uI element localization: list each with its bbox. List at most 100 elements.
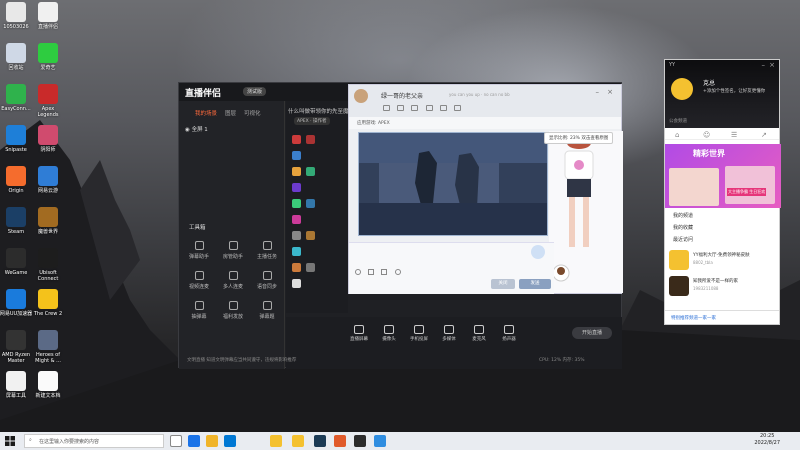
chat-window[interactable]: 绿一哥的老父亲 you can you up · no can no bb – … — [348, 84, 623, 294]
yy-footer[interactable]: 特别推荐频道一家一家 — [665, 310, 779, 324]
desktop-icon[interactable]: 网易云游 — [31, 166, 65, 194]
game-icon[interactable] — [306, 231, 315, 240]
store-icon[interactable] — [224, 435, 236, 447]
more-icon[interactable] — [454, 105, 462, 111]
eye-icon[interactable]: ◉ — [185, 127, 190, 133]
game-icon[interactable] — [292, 247, 301, 256]
minimize-icon[interactable]: – — [596, 88, 600, 96]
image-icon[interactable] — [381, 269, 388, 275]
desktop-icon[interactable]: 阴阳师 — [31, 125, 65, 153]
game-icon[interactable] — [292, 151, 301, 160]
game-icon[interactable] — [306, 199, 315, 208]
contacts-icon[interactable]: ☺ — [703, 131, 710, 139]
clock[interactable]: 20:25 2022/8/27 — [754, 433, 780, 447]
image-icon[interactable] — [439, 105, 447, 111]
tool-draw-danmaku[interactable]: 抽弹幕 — [181, 301, 217, 320]
home-icon[interactable]: ⌂ — [675, 131, 679, 139]
microphone-button[interactable]: 麦克风 — [464, 325, 494, 342]
screen-capture-button[interactable]: 直播屏幕 — [344, 325, 374, 342]
avatar[interactable] — [354, 89, 368, 103]
desktop-icon[interactable]: Steam — [0, 207, 33, 235]
screen-share-icon[interactable] — [411, 105, 419, 111]
game-icon[interactable] — [292, 263, 301, 272]
media-button[interactable]: 多媒体 — [434, 325, 464, 342]
tab-visual[interactable]: 可视化 — [244, 109, 261, 117]
chat-header[interactable]: 绿一哥的老父亲 you can you up · no can no bb – … — [349, 85, 621, 117]
edge-icon[interactable] — [188, 435, 200, 447]
task-view-icon[interactable] — [170, 435, 182, 447]
desktop-icon[interactable]: AMD Ryzen Master — [0, 330, 33, 364]
phone-icon[interactable] — [383, 105, 390, 111]
desktop-icon[interactable]: 直播伴侣 — [31, 2, 65, 30]
desktop-icon[interactable]: Snipaste — [0, 125, 33, 153]
desktop-icon[interactable]: 网易UU加速器 — [0, 289, 33, 317]
steam-taskbar-icon[interactable] — [314, 435, 326, 447]
desktop-icon[interactable]: Heroes of Might & ... — [31, 330, 65, 364]
desktop-icon[interactable]: 爱奇艺 — [31, 43, 65, 71]
game-icon[interactable] — [306, 135, 315, 144]
desktop-icon[interactable]: Ubisoft Connect — [31, 248, 65, 282]
windows-start-icon[interactable] — [5, 436, 15, 446]
desktop-icon[interactable]: 屏幕工具 — [0, 371, 33, 399]
yy-banner[interactable]: 精彩世界 大主播争霸 生日狂欢 — [665, 144, 781, 208]
phone-cast-button[interactable]: 手机投屏 — [404, 325, 434, 342]
desktop-icon[interactable]: 新建文本档 — [31, 371, 65, 399]
tool-tasks[interactable]: 主播任务 — [249, 241, 285, 260]
app-taskbar-icon[interactable] — [334, 435, 346, 447]
game-icon[interactable] — [292, 183, 301, 192]
tool-quiz[interactable]: 弹幕题 — [249, 301, 285, 320]
explorer-icon[interactable] — [206, 435, 218, 447]
minimize-icon[interactable]: – — [762, 61, 766, 69]
taskbar-search-input[interactable]: ⌕ 在这里输入你要搜索的内容 — [24, 434, 164, 448]
tool-danmaku[interactable]: 弹幕助手 — [181, 241, 217, 260]
yy-taskbar-icon[interactable] — [292, 435, 304, 447]
desktop-icon[interactable]: WeGame — [0, 248, 33, 276]
yy-taskbar-icon[interactable] — [270, 435, 282, 447]
scene-item[interactable]: ◉ 全屏 1 — [179, 121, 284, 137]
menu-favorites[interactable]: 我的收藏 — [673, 224, 693, 231]
tool-roommanager[interactable]: 房管助手 — [215, 241, 251, 260]
shared-screen-image[interactable] — [358, 132, 548, 236]
speaker-button[interactable]: 扬声器 — [494, 325, 524, 342]
avatar[interactable] — [671, 78, 693, 100]
game-icon[interactable] — [292, 199, 301, 208]
share-icon[interactable]: ↗ — [761, 131, 767, 139]
desktop-icon[interactable]: Apex Legends — [31, 84, 65, 118]
voice-button[interactable] — [531, 245, 545, 259]
game-icon[interactable] — [292, 167, 301, 176]
game-icon[interactable] — [292, 231, 301, 240]
desktop-icon[interactable]: The Crew 2 — [31, 289, 65, 317]
tab-layers[interactable]: 图层 — [225, 109, 236, 117]
category-tag[interactable]: APEX · 操作者 — [294, 117, 330, 125]
channel-row[interactable]: 知我所爱不是一样的家 1983211088 — [669, 276, 777, 298]
send-button[interactable]: 发送 — [519, 279, 551, 289]
desktop-icon[interactable]: Origin — [0, 166, 33, 194]
emoji-icon[interactable] — [355, 269, 361, 275]
folder-icon[interactable] — [425, 105, 433, 111]
close-button[interactable]: 关闭 — [491, 279, 515, 289]
menu-recent[interactable]: 最近访问 — [673, 236, 693, 243]
game-icon[interactable] — [292, 279, 301, 288]
tool-multi-link[interactable]: 多人连麦 — [215, 271, 251, 290]
desktop-icon[interactable]: 魔兽世界 — [31, 207, 65, 235]
user-signature[interactable]: +添加个性签名，让好友更懂你 — [703, 88, 765, 94]
live-taskbar-icon[interactable] — [354, 435, 366, 447]
close-icon[interactable]: × — [769, 61, 775, 69]
tool-voice-sync[interactable]: 语音同步 — [249, 271, 285, 290]
app-taskbar-icon[interactable] — [374, 435, 386, 447]
guild-search[interactable]: 公会频道 — [669, 118, 687, 124]
scissors-icon[interactable] — [368, 269, 375, 275]
desktop-icon[interactable]: EasyConn... — [0, 84, 33, 112]
tool-welfare[interactable]: 福利发放 — [215, 301, 251, 320]
tool-video-link[interactable]: 视频连麦 — [181, 271, 217, 290]
game-icon[interactable] — [306, 167, 315, 176]
tab-scenes[interactable]: 我的场景 — [195, 109, 217, 117]
game-icon[interactable] — [292, 135, 301, 144]
video-icon[interactable] — [397, 105, 405, 111]
menu-my-channels[interactable]: 我的频道 — [673, 212, 693, 219]
group-icon[interactable]: ☰ — [731, 131, 737, 139]
history-icon[interactable] — [394, 269, 401, 275]
channel-row[interactable]: YY福利大厅-免费领神秘皮肤 8802_tbla — [669, 250, 777, 272]
yy-panel[interactable]: YY – × 克总 +添加个性签名，让好友更懂你 公会频道 ⌂ ☺ ☰ ↗ 精彩… — [664, 59, 781, 325]
desktop-icon[interactable]: 回收站 — [0, 43, 33, 71]
